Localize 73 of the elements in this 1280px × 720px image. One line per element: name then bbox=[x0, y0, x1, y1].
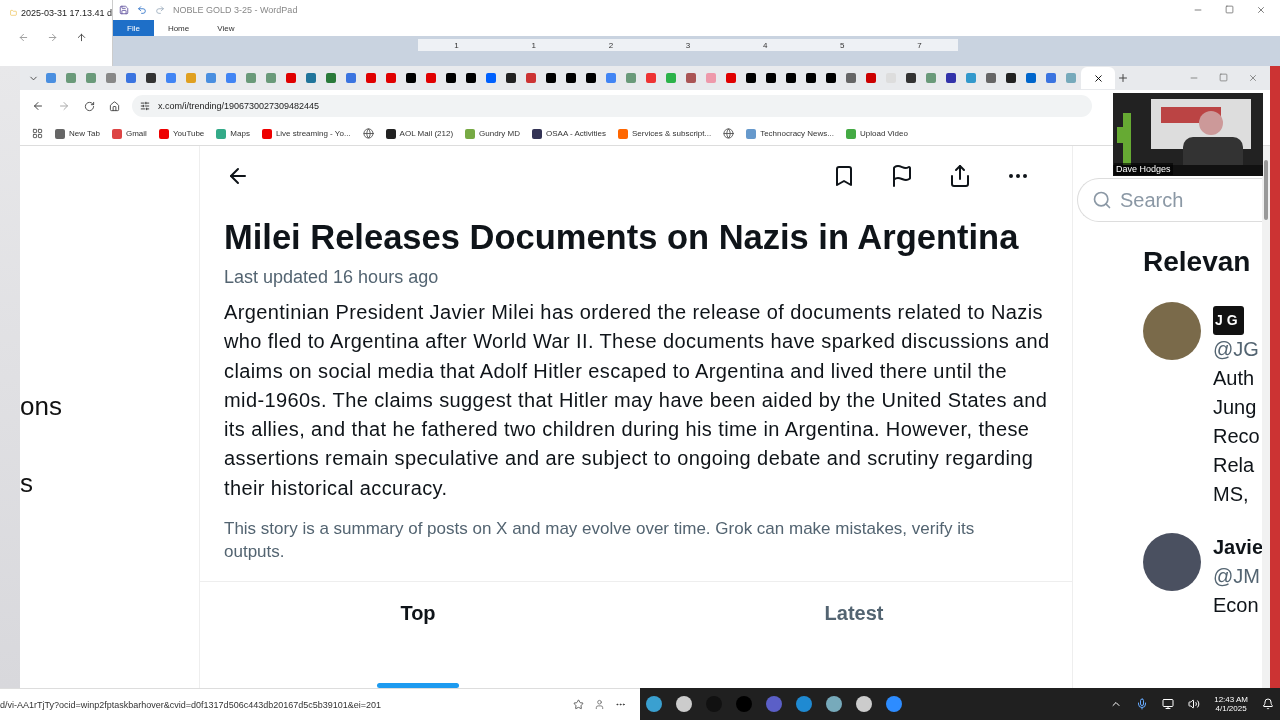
avatar[interactable] bbox=[1143, 533, 1201, 591]
taskbar-app-icon[interactable] bbox=[676, 696, 692, 712]
bookmark-link[interactable]: Live streaming - Yo... bbox=[261, 128, 351, 139]
undo-icon[interactable] bbox=[137, 5, 147, 15]
updated-time: Last updated 16 hours ago bbox=[224, 267, 440, 288]
apps-icon[interactable] bbox=[32, 128, 43, 139]
window-title: 2025-03-31 17.13.41 d bbox=[20, 8, 112, 18]
bookmark-link[interactable]: Gundry MD bbox=[465, 128, 520, 139]
bookmark-link[interactable]: OSAA - Activities bbox=[532, 128, 607, 139]
bio-line: Econ bbox=[1213, 593, 1260, 618]
taskbar-app-icon[interactable] bbox=[826, 696, 842, 712]
ruler-number: 1 bbox=[531, 40, 536, 50]
globe-icon[interactable] bbox=[362, 128, 374, 139]
bookmark-link[interactable]: AOL Mail (212) bbox=[385, 128, 454, 139]
text-fragment: s bbox=[20, 468, 34, 499]
feed-tab[interactable]: Latest bbox=[636, 582, 1072, 688]
microphone-icon[interactable] bbox=[1136, 698, 1149, 710]
article-title: Milei Releases Documents on Nazis in Argentina bbox=[224, 218, 1020, 257]
taskbar-app-icon[interactable] bbox=[646, 696, 662, 712]
bio-line: MS, bbox=[1213, 482, 1250, 507]
site-info-icon[interactable] bbox=[140, 101, 150, 111]
ruler-number: 5 bbox=[840, 40, 845, 50]
link-url: d/vi-AA1rTjTy?ocid=winp2fptaskbarhover&cvid=d0f1317d506c443db20167d5c5b39101&ei=201 bbox=[0, 699, 383, 710]
bookmark-link[interactable]: Maps bbox=[216, 128, 250, 139]
globe-icon[interactable] bbox=[723, 128, 735, 139]
search-icon[interactable] bbox=[1092, 190, 1112, 210]
bookmark-link[interactable]: YouTube bbox=[158, 128, 205, 139]
ruler-number: 2 bbox=[608, 40, 614, 50]
up-icon[interactable] bbox=[76, 32, 87, 43]
user-handle[interactable]: @JG bbox=[1213, 335, 1260, 364]
scrollbar[interactable] bbox=[1262, 146, 1270, 688]
volume-icon[interactable] bbox=[1188, 698, 1201, 710]
bookmark-link[interactable]: Services & subscript... bbox=[618, 128, 712, 139]
ribbon-tab[interactable]: Home bbox=[153, 20, 204, 36]
taskbar-app-icon[interactable] bbox=[886, 696, 902, 712]
bio-line: Reco bbox=[1213, 424, 1260, 449]
clock[interactable]: 12:43 AM 4/1/2025 bbox=[1214, 695, 1248, 713]
bookmark-link[interactable]: Upload Video bbox=[846, 128, 908, 139]
taskbar-app-icon[interactable] bbox=[796, 696, 812, 712]
ruler-number: 7 bbox=[917, 40, 922, 50]
bio-line: Auth bbox=[1213, 366, 1256, 391]
section-heading: Relevan bbox=[1143, 246, 1252, 278]
feed-tab[interactable]: Top bbox=[200, 582, 636, 688]
bio-line: Rela bbox=[1213, 453, 1256, 478]
profile-icon[interactable] bbox=[594, 699, 605, 710]
user-handle[interactable]: @JM bbox=[1213, 562, 1264, 591]
network-icon[interactable] bbox=[1162, 698, 1175, 710]
avatar[interactable] bbox=[1143, 302, 1201, 360]
bio-line: Jung bbox=[1213, 395, 1258, 420]
text-fragment: ons bbox=[20, 391, 63, 422]
taskbar-app-icon[interactable] bbox=[856, 696, 872, 712]
bookmark-link[interactable]: Gmail bbox=[112, 128, 147, 139]
ruler-number: 1 bbox=[454, 40, 459, 50]
bookmark-link[interactable]: Technocracy News... bbox=[746, 128, 834, 139]
save-icon[interactable] bbox=[119, 5, 129, 15]
user-name[interactable]: JG bbox=[1213, 306, 1244, 335]
ruler-number: 4 bbox=[762, 40, 768, 50]
folder-icon bbox=[10, 8, 17, 18]
forward-icon[interactable] bbox=[47, 32, 58, 43]
ribbon-tab[interactable]: View bbox=[203, 20, 249, 36]
notification-icon[interactable] bbox=[1262, 698, 1274, 710]
bookmark-link[interactable]: New Tab bbox=[55, 128, 100, 139]
video-caption: Dave Hodges bbox=[1114, 163, 1173, 175]
article-body: Argentinian President Javier Milei has ordered the release of documents related to Nazis who fled to Argentina after World War II. These documents have sparked discussions and claims on social media that Adolf Hitler escaped to Argentina and lived there until the mid-1960s. The claims suggest that Hitler may have been aided by the United States and its allies, and that he fathered two children during his time in Argentina. However, these assertions remain speculative and are subject to ongoing debate and scrutiny regarding their historical accuracy. bbox=[224, 300, 1051, 501]
star-icon[interactable] bbox=[573, 699, 584, 710]
ribbon-tab[interactable]: File bbox=[113, 20, 154, 36]
close-icon[interactable] bbox=[1092, 72, 1104, 84]
maximize-icon[interactable] bbox=[1225, 5, 1234, 14]
ruler-number: 3 bbox=[685, 40, 691, 50]
address-bar[interactable]: x.com/i/trending/1906730027309482445 bbox=[132, 95, 1092, 117]
window-title: NOBLE GOLD 3-25 - WordPad bbox=[173, 5, 298, 15]
user-name[interactable]: Javie bbox=[1213, 533, 1264, 562]
disclaimer: This story is a summary of posts on X and may evolve over time. Grok can make mistakes, verify its outputs. bbox=[224, 518, 976, 564]
